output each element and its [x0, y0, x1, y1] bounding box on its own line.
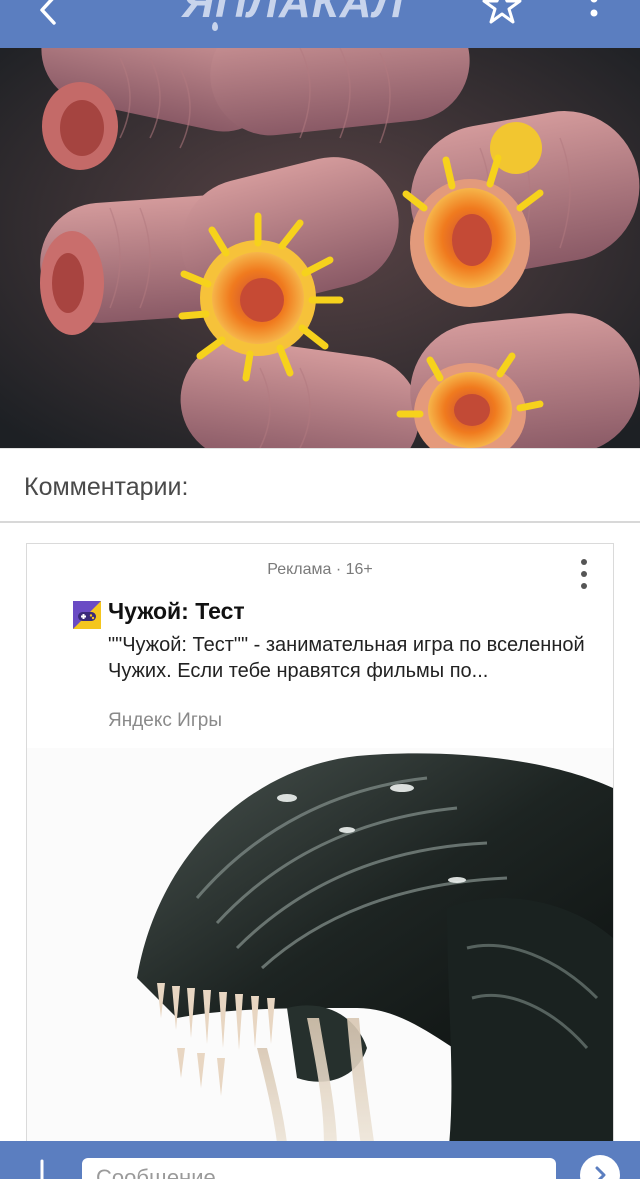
- top-app-bar: ЯПЛАКАЛ: [0, 0, 640, 48]
- ad-title[interactable]: Чужой: Тест: [108, 598, 245, 625]
- more-vert-icon[interactable]: [582, 0, 606, 28]
- attach-icon[interactable]: [32, 1159, 52, 1179]
- chevron-left-icon: [40, 0, 56, 25]
- ad-menu-icon[interactable]: [575, 558, 593, 592]
- comments-header: Комментарии:: [0, 448, 640, 523]
- ad-description: ""Чужой: Тест"" - занимательная игра по …: [108, 634, 585, 682]
- post-image[interactable]: [0, 48, 640, 448]
- favorite-star-icon[interactable]: [482, 0, 522, 26]
- gamepad-icon: [73, 601, 101, 629]
- back-button[interactable]: [30, 0, 66, 28]
- comments-title: Комментарии:: [24, 473, 189, 501]
- arrow-right-icon: [595, 1166, 606, 1179]
- ad-card[interactable]: Реклама · 16+ Чужой: Тест ""Чужой: Тест"…: [26, 543, 614, 1165]
- message-input[interactable]: [82, 1158, 556, 1179]
- ad-label: Реклама · 16+: [267, 561, 373, 578]
- ad-source: Яндекс Игры: [108, 710, 222, 731]
- ad-image[interactable]: [27, 748, 613, 1164]
- logo-drop-icon: [212, 22, 218, 31]
- message-composer: [0, 1141, 640, 1179]
- coral-picture: [0, 48, 640, 448]
- alien-head-picture: [137, 753, 613, 1164]
- send-button[interactable]: [580, 1155, 620, 1179]
